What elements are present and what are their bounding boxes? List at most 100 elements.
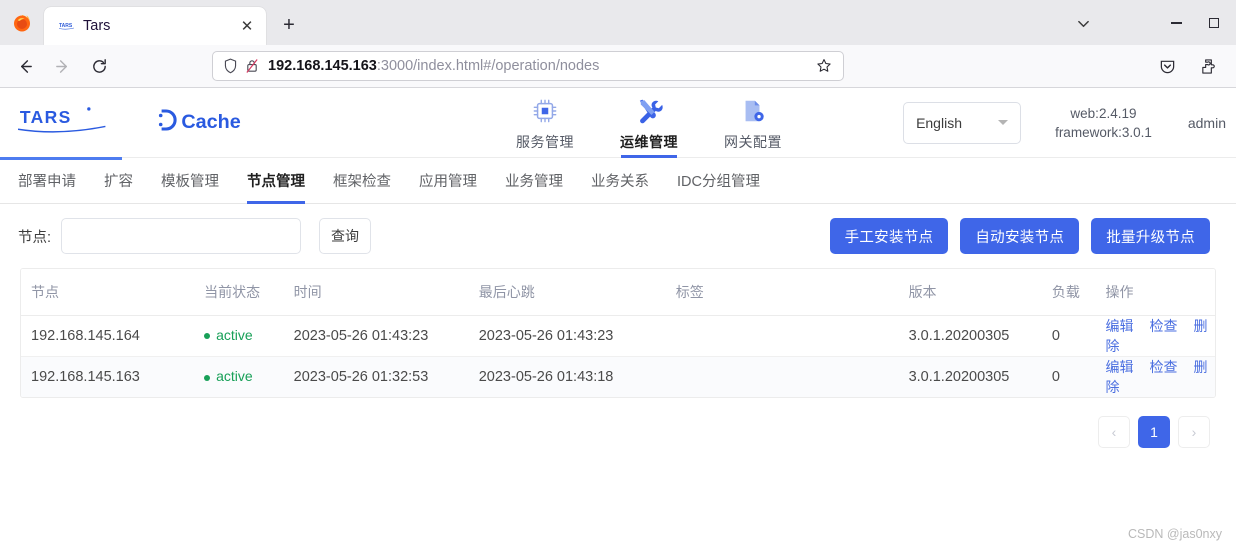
subtab-framework-check[interactable]: 框架检查: [333, 158, 391, 204]
chip-icon: [532, 96, 558, 126]
new-tab-button[interactable]: +: [272, 8, 306, 42]
tab-strip: TARS Tars ✕ +: [44, 0, 306, 45]
cell-node: 192.168.145.163: [21, 356, 195, 397]
cell-operations: 编辑 检查 删除: [1095, 315, 1215, 357]
watermark: CSDN @jas0nxy: [1128, 527, 1222, 541]
cell-status: active: [194, 356, 284, 397]
header-nav: 服务管理 运维管理 网关配置: [505, 88, 793, 158]
pagination-next-button[interactable]: ›: [1178, 416, 1210, 448]
back-arrow-icon[interactable]: [8, 49, 42, 83]
col-version: 版本: [898, 269, 1042, 316]
subtab-deploy-request[interactable]: 部署申请: [18, 158, 76, 204]
status-badge: active: [216, 368, 253, 385]
language-select[interactable]: English: [903, 101, 1022, 144]
language-value: English: [916, 114, 962, 131]
header-nav-label: 网关配置: [724, 133, 782, 150]
node-search-input[interactable]: [61, 218, 302, 254]
star-icon[interactable]: [811, 53, 837, 79]
edit-link[interactable]: 编辑: [1106, 318, 1134, 334]
browser-nav-toolbar: 192.168.145.163:3000/index.html#/operati…: [0, 45, 1236, 88]
url-bar[interactable]: 192.168.145.163:3000/index.html#/operati…: [212, 51, 844, 81]
subtab-business-management[interactable]: 业务管理: [505, 158, 563, 204]
subtab-node-management[interactable]: 节点管理: [247, 158, 305, 204]
table-row: 192.168.145.163 active 2023-05-26 01:32:…: [21, 356, 1215, 397]
web-version: web:2.4.19: [1070, 105, 1137, 121]
url-path: :3000/index.html#/operation/nodes: [376, 58, 600, 74]
cell-load: 0: [1041, 315, 1096, 357]
site-header: TARS Cache 服务管理 运维管理 网关配置 English web:2.…: [0, 88, 1236, 160]
tab-title: Tars: [83, 18, 111, 34]
framework-version: framework:3.0.1: [1055, 124, 1152, 140]
query-button[interactable]: 查询: [319, 218, 372, 254]
header-nav-label: 运维管理: [620, 133, 678, 150]
cell-version: 3.0.1.20200305: [898, 356, 1042, 397]
subtab-expand[interactable]: 扩容: [104, 158, 133, 204]
subtab-business-relation[interactable]: 业务关系: [591, 158, 649, 204]
subtab-template-management[interactable]: 模板管理: [161, 158, 219, 204]
browser-tab-bar: TARS Tars ✕ +: [0, 0, 1236, 45]
browser-tab[interactable]: TARS Tars ✕: [44, 7, 266, 45]
cell-heartbeat: 2023-05-26 01:43:18: [468, 356, 666, 397]
check-link[interactable]: 检查: [1150, 318, 1178, 334]
firefox-logo-icon: [0, 0, 44, 45]
header-nav-label: 服务管理: [516, 133, 574, 150]
header-nav-item-operation[interactable]: 运维管理: [609, 88, 689, 158]
user-name[interactable]: admin: [1188, 115, 1226, 131]
check-link[interactable]: 检查: [1150, 359, 1178, 375]
toolbar-right-icons: [1150, 49, 1228, 83]
svg-text:TARS: TARS: [59, 23, 73, 29]
cell-tag: [665, 356, 899, 397]
nodes-table: 节点 当前状态 时间 最后心跳 标签 版本 负载 操作 192.168.145.…: [20, 268, 1216, 398]
cell-version: 3.0.1.20200305: [898, 315, 1042, 357]
table-header-row: 节点 当前状态 时间 最后心跳 标签 版本 负载 操作: [21, 269, 1215, 316]
header-right: English web:2.4.19 framework:3.0.1 admin: [903, 101, 1226, 144]
page-content: TARS Cache 服务管理 运维管理 网关配置 English web:2.…: [0, 88, 1236, 547]
table-row: 192.168.145.164 active 2023-05-26 01:43:…: [21, 315, 1215, 357]
pagination: ‹ 1 ›: [0, 398, 1236, 448]
cell-tag: [665, 315, 899, 357]
manual-install-node-button[interactable]: 手工安装节点: [829, 218, 949, 254]
col-status: 当前状态: [194, 269, 284, 316]
cell-node: 192.168.145.164: [21, 315, 195, 357]
wrench-tools-icon: [635, 96, 663, 126]
status-badge: active: [216, 327, 253, 343]
cell-status: active: [194, 315, 284, 357]
pocket-icon[interactable]: [1150, 49, 1184, 83]
auto-install-node-button[interactable]: 自动安装节点: [960, 218, 1080, 254]
col-node: 节点: [21, 269, 195, 316]
col-tag: 标签: [665, 269, 899, 316]
status-dot-icon: [204, 374, 211, 381]
header-nav-item-service[interactable]: 服务管理: [505, 88, 585, 158]
dcache-logo[interactable]: Cache: [158, 107, 266, 138]
chevron-down-icon: [998, 120, 1009, 125]
extensions-icon[interactable]: [1191, 49, 1225, 83]
list-all-tabs-icon[interactable]: [1070, 10, 1096, 36]
maximize-icon[interactable]: [1196, 7, 1232, 39]
url-text: 192.168.145.163:3000/index.html#/operati…: [268, 58, 811, 74]
pagination-prev-button[interactable]: ‹: [1098, 416, 1130, 448]
edit-link[interactable]: 编辑: [1106, 359, 1134, 375]
shield-icon[interactable]: [223, 58, 238, 74]
cell-load: 0: [1041, 356, 1096, 397]
col-operation: 操作: [1095, 269, 1215, 316]
batch-upgrade-node-button[interactable]: 批量升级节点: [1091, 218, 1210, 254]
url-host: 192.168.145.163: [268, 58, 377, 74]
col-time: 时间: [283, 269, 469, 316]
reload-icon[interactable]: [82, 49, 116, 83]
logo-zone: TARS Cache: [0, 104, 300, 141]
header-nav-item-gateway[interactable]: 网关配置: [713, 88, 793, 158]
tars-logo[interactable]: TARS: [17, 104, 110, 141]
cell-time: 2023-05-26 01:32:53: [283, 356, 469, 397]
window-controls: [1158, 7, 1232, 39]
tars-favicon-icon: TARS: [58, 18, 74, 34]
pagination-page-1[interactable]: 1: [1138, 416, 1170, 448]
status-dot-icon: [204, 333, 211, 340]
cell-operations: 编辑 检查 删除: [1095, 356, 1215, 397]
col-load: 负载: [1041, 269, 1096, 316]
cell-heartbeat: 2023-05-26 01:43:23: [468, 315, 666, 357]
close-icon[interactable]: ✕: [236, 15, 258, 37]
minimize-icon[interactable]: [1158, 7, 1194, 39]
subtab-idc-group-management[interactable]: IDC分组管理: [677, 158, 760, 204]
subtab-application-management[interactable]: 应用管理: [419, 158, 477, 204]
lock-crossed-icon[interactable]: [245, 58, 259, 74]
